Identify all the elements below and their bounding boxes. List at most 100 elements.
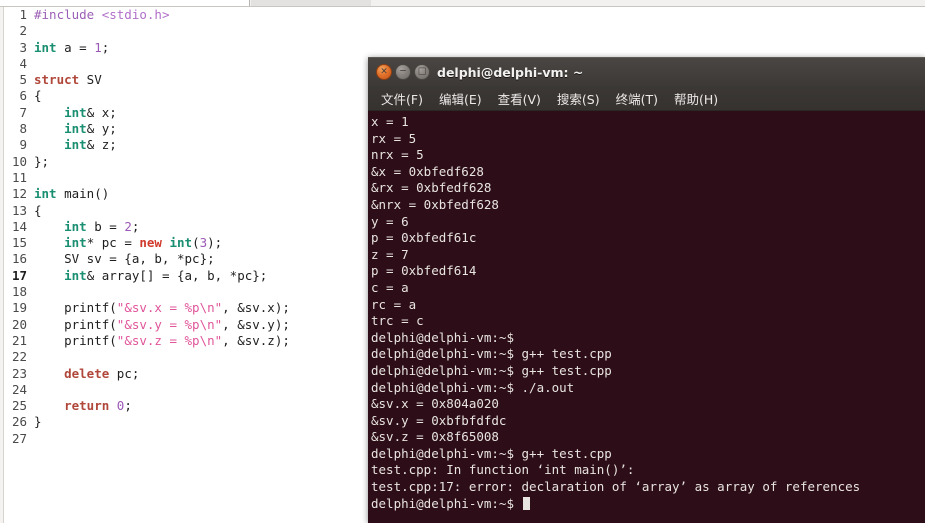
- line-number: 15: [11, 235, 27, 251]
- terminal-titlebar[interactable]: × − □ delphi@delphi-vm: ~: [368, 57, 925, 86]
- code-token: int: [64, 235, 87, 251]
- terminal-body[interactable]: x = 1 rx = 5 nrx = 5 &x = 0xbfedf628 &rx = 0…: [368, 111, 925, 523]
- line-number: 20: [11, 316, 27, 332]
- code-line-text: return 0;: [34, 398, 132, 413]
- code-token: printf(: [34, 316, 117, 332]
- terminal-menubar[interactable]: 文件(F) 编辑(E) 查看(V) 搜索(S) 终端(T) 帮助(H): [368, 86, 925, 111]
- line-number: 8: [19, 121, 27, 137]
- code-line: 16 SV sv = {a, b, *pc};: [5, 251, 365, 267]
- window-control-buttons[interactable]: × − □: [376, 64, 430, 80]
- line-number: 17: [11, 267, 27, 283]
- code-line-text: int& z;: [34, 137, 117, 152]
- code-token: }: [34, 414, 42, 430]
- terminal-line: test.cpp: In function ‘int main()’:: [371, 462, 635, 478]
- line-number: 19: [11, 300, 27, 316]
- terminal-line: nrx = 5: [371, 147, 424, 163]
- terminal-line: &rx = 0xbfedf628: [371, 180, 492, 196]
- line-number: 1: [19, 7, 27, 22]
- menu-file[interactable]: 文件(F): [373, 87, 431, 110]
- terminal-line: p = 0xbfedf61c: [371, 230, 477, 246]
- line-number: 9: [19, 137, 27, 153]
- code-line: 23 delete pc;: [5, 366, 365, 382]
- code-line-text: printf("&sv.x = %p\n", &sv.x);: [34, 300, 290, 315]
- code-line-text: int& y;: [34, 121, 117, 136]
- code-line: 3 int a = 1;: [5, 40, 365, 56]
- code-token: ;: [124, 398, 132, 414]
- menu-edit[interactable]: 编辑(E): [431, 87, 490, 110]
- code-token: int: [64, 267, 87, 283]
- code-token: main(): [56, 186, 110, 202]
- menu-search[interactable]: 搜索(S): [549, 87, 608, 110]
- code-text-area[interactable]: 1 #include <stdio.h> 2 3 int a = 1; 4 5 struct …: [5, 7, 365, 447]
- minimize-icon: −: [399, 66, 407, 77]
- terminal-line: delphi@delphi-vm:~$ g++ test.cpp: [371, 346, 612, 362]
- maximize-button[interactable]: □: [414, 64, 430, 80]
- menu-terminal[interactable]: 终端(T): [608, 87, 666, 110]
- code-token: return: [64, 398, 110, 414]
- code-line: 25 return 0;: [5, 398, 365, 414]
- code-token: 3: [199, 235, 208, 251]
- editor-tabbar[interactable]: [0, 0, 925, 7]
- code-token: int: [64, 218, 87, 234]
- code-token: (: [192, 235, 200, 251]
- terminal-window[interactable]: × − □ delphi@delphi-vm: ~ 文件(F) 编辑(E) 查看(V…: [368, 57, 925, 523]
- terminal-line: &nrx = 0xbfedf628: [371, 196, 499, 212]
- code-line: 13 {: [5, 203, 365, 219]
- code-token: ;: [101, 39, 110, 55]
- code-token: , &sv.x);: [222, 300, 290, 316]
- terminal-line: c = a: [371, 279, 409, 295]
- code-line: 26}: [5, 414, 365, 430]
- line-number: 7: [19, 104, 27, 120]
- terminal-line: delphi@delphi-vm:~$ g++ test.cpp: [371, 445, 612, 461]
- code-token: * pc =: [86, 235, 140, 251]
- code-line-text: int& x;: [34, 105, 117, 120]
- code-token: };: [34, 153, 50, 169]
- code-line-text: #include <stdio.h>: [34, 7, 169, 22]
- code-token: 1: [94, 39, 102, 55]
- terminal-line: &x = 0xbfedf628: [371, 163, 484, 179]
- terminal-prompt-line: delphi@delphi-vm:~$: [371, 496, 925, 513]
- editor-gutter-edge: [0, 7, 4, 523]
- terminal-output: x = 1 rx = 5 nrx = 5 &x = 0xbfedf628 &rx = 0…: [371, 114, 925, 512]
- code-token: struct: [34, 72, 80, 88]
- code-token: & x;: [86, 104, 117, 120]
- code-token: #include: [34, 7, 102, 22]
- menu-help[interactable]: 帮助(H): [666, 87, 726, 110]
- menu-view[interactable]: 查看(V): [490, 87, 549, 110]
- code-token: delete: [64, 365, 110, 381]
- code-line-text: SV sv = {a, b, *pc};: [34, 251, 215, 266]
- code-token: int: [64, 137, 87, 153]
- code-line-text: {: [34, 203, 42, 218]
- line-number: 18: [11, 284, 27, 300]
- code-token: "&sv.z = %p\n": [116, 332, 223, 348]
- editor-tab-active[interactable]: [0, 0, 250, 6]
- code-token: , &sv.z);: [222, 332, 290, 348]
- line-number: 21: [11, 332, 27, 348]
- line-number: 4: [19, 55, 27, 71]
- line-number: 26: [11, 414, 27, 430]
- code-line-text: int a = 1;: [34, 40, 109, 55]
- minimize-button[interactable]: −: [395, 64, 411, 80]
- line-number: 11: [11, 169, 27, 185]
- code-token: printf(: [34, 332, 117, 348]
- line-number: 10: [11, 153, 27, 169]
- terminal-line: delphi@delphi-vm:~$: [371, 329, 514, 345]
- code-token: a =: [56, 39, 95, 55]
- maximize-icon: □: [417, 66, 427, 77]
- code-line: 27: [5, 431, 365, 447]
- line-number: 5: [19, 72, 27, 88]
- code-token: {: [34, 202, 42, 218]
- terminal-line: y = 6: [371, 213, 409, 229]
- code-token: <stdio.h>: [101, 7, 170, 22]
- code-line: 8 int& y;: [5, 121, 365, 137]
- code-line: 5 struct SV: [5, 72, 365, 88]
- code-line: 1 #include <stdio.h>: [5, 7, 365, 23]
- editor-tab-inactive[interactable]: [251, 0, 371, 6]
- code-line: 6{: [5, 88, 365, 104]
- close-button[interactable]: ×: [376, 64, 392, 80]
